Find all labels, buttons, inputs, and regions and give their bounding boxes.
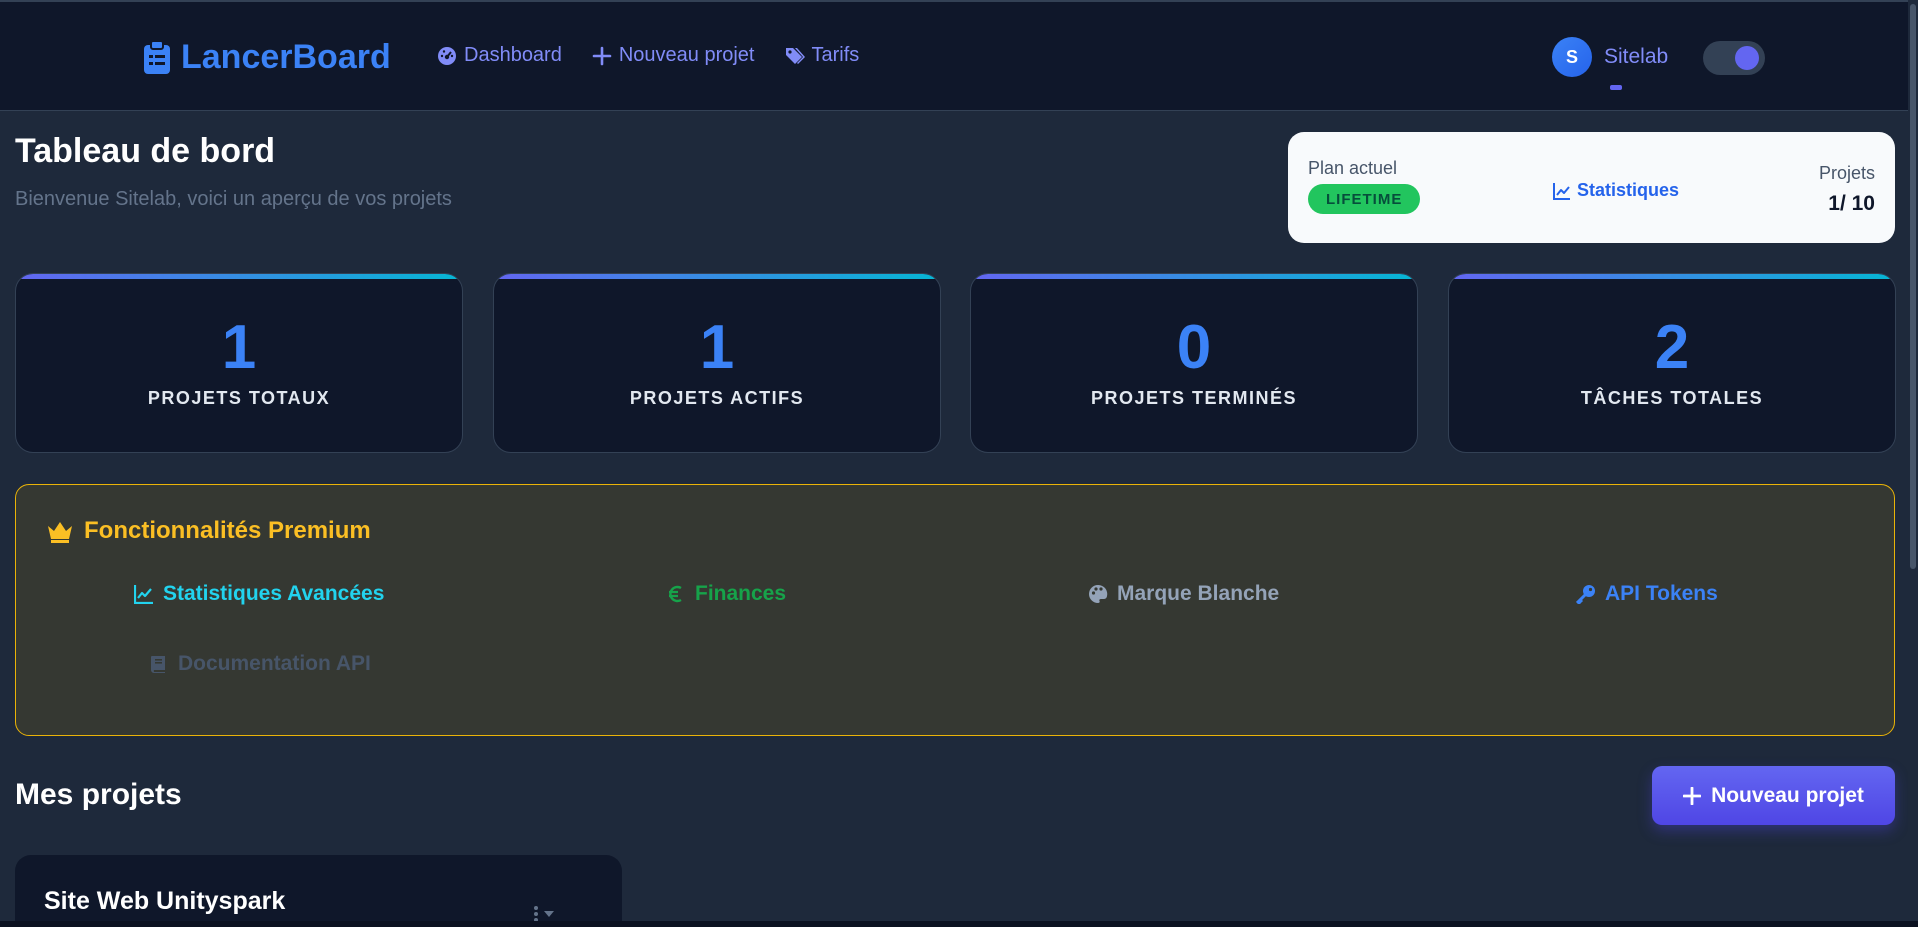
plan-projects-label: Projets xyxy=(1818,163,1875,183)
euro-icon xyxy=(669,585,682,603)
stat-card-total-projects: 1 PROJETS TOTAUX xyxy=(15,273,463,453)
user-menu[interactable]: S Sitelab xyxy=(1552,37,1668,77)
clipboard-icon xyxy=(144,40,170,74)
stat-value: 2 xyxy=(1654,313,1690,382)
projects-section-title: Mes projets xyxy=(15,778,182,811)
page-subtitle: Bienvenue Sitelab, voici un aperçu de vo… xyxy=(15,188,452,210)
book-icon xyxy=(151,656,165,673)
new-project-button-label: Nouveau projet xyxy=(1711,783,1864,807)
project-card[interactable]: Site Web Unityspark xyxy=(15,855,622,927)
stat-label: PROJETS TOTAUX xyxy=(147,388,331,408)
stat-label: PROJETS TERMINÉS xyxy=(1090,388,1298,408)
window-bottom-edge xyxy=(0,921,1918,927)
user-name: Sitelab xyxy=(1604,45,1669,68)
nav-pricing-label: Tarifs xyxy=(811,44,860,66)
tags-icon xyxy=(785,47,805,64)
stat-value: 0 xyxy=(1176,313,1212,382)
nav-links: Dashboard Nouveau projet Tarifs xyxy=(437,44,859,67)
brand-logo[interactable]: LancerBoard xyxy=(143,38,391,77)
plan-badge: LIFETIME xyxy=(1308,184,1421,214)
new-project-button[interactable]: Nouveau projet xyxy=(1652,766,1895,825)
crown-icon xyxy=(48,522,72,543)
stat-label: TÂCHES TOTALES xyxy=(1580,388,1764,408)
feature-api-documentation[interactable]: Documentation API xyxy=(149,652,371,676)
nav-dashboard[interactable]: Dashboard xyxy=(437,44,562,67)
premium-title-label: Fonctionnalités Premium xyxy=(84,517,371,544)
key-icon xyxy=(1576,585,1595,604)
plus-icon xyxy=(1683,786,1702,805)
caret-down-icon xyxy=(544,911,554,917)
gauge-icon xyxy=(438,46,456,65)
user-menu-indicator xyxy=(1610,85,1622,90)
plus-icon xyxy=(592,46,612,65)
feature-label: Finances xyxy=(695,582,787,605)
stat-value: 1 xyxy=(699,313,735,382)
feature-label: Statistiques Avancées xyxy=(163,582,385,605)
nav-new-project-label: Nouveau projet xyxy=(618,44,755,66)
plan-label: Plan actuel xyxy=(1308,158,1398,178)
plan-projects-value: 1/ 10 xyxy=(1828,192,1875,215)
line-chart-icon xyxy=(1553,182,1570,200)
plan-card: Plan actuel LIFETIME Statistiques Projet… xyxy=(1288,132,1895,243)
theme-toggle[interactable] xyxy=(1703,41,1765,75)
stat-card-completed-projects: 0 PROJETS TERMINÉS xyxy=(970,273,1418,453)
feature-api-tokens[interactable]: API Tokens xyxy=(1576,582,1718,606)
statistics-link-label: Statistiques xyxy=(1577,180,1680,200)
scrollbar-thumb[interactable] xyxy=(1910,4,1916,569)
navbar: LancerBoard Dashboard Nouveau projet Tar… xyxy=(0,0,1918,111)
stat-card-total-tasks: 2 TÂCHES TOTALES xyxy=(1448,273,1896,453)
feature-label: Marque Blanche xyxy=(1117,582,1280,605)
feature-white-label[interactable]: Marque Blanche xyxy=(1088,582,1279,606)
feature-finances[interactable]: Finances xyxy=(666,582,786,606)
feature-label: Documentation API xyxy=(178,652,371,675)
palette-icon xyxy=(1089,584,1108,603)
stat-value: 1 xyxy=(221,313,257,382)
statistics-link[interactable]: Statistiques xyxy=(1553,180,1679,201)
page-title: Tableau de bord xyxy=(15,132,276,170)
line-chart-icon xyxy=(134,585,153,604)
feature-advanced-statistics[interactable]: Statistiques Avancées xyxy=(134,582,384,606)
premium-features-panel: Fonctionnalités Premium Statistiques Ava… xyxy=(15,484,1895,736)
stat-label: PROJETS ACTIFS xyxy=(629,388,805,408)
project-title: Site Web Unityspark xyxy=(44,887,286,915)
premium-title: Fonctionnalités Premium xyxy=(46,517,371,545)
nav-new-project[interactable]: Nouveau projet xyxy=(592,44,755,67)
stat-card-active-projects: 1 PROJETS ACTIFS xyxy=(493,273,941,453)
brand-name: LancerBoard xyxy=(181,38,391,76)
avatar: S xyxy=(1552,37,1592,77)
nav-pricing[interactable]: Tarifs xyxy=(785,44,860,67)
toggle-knob xyxy=(1735,46,1759,70)
scrollbar[interactable] xyxy=(1908,0,1918,927)
nav-dashboard-label: Dashboard xyxy=(464,44,562,66)
feature-label: API Tokens xyxy=(1605,582,1718,605)
